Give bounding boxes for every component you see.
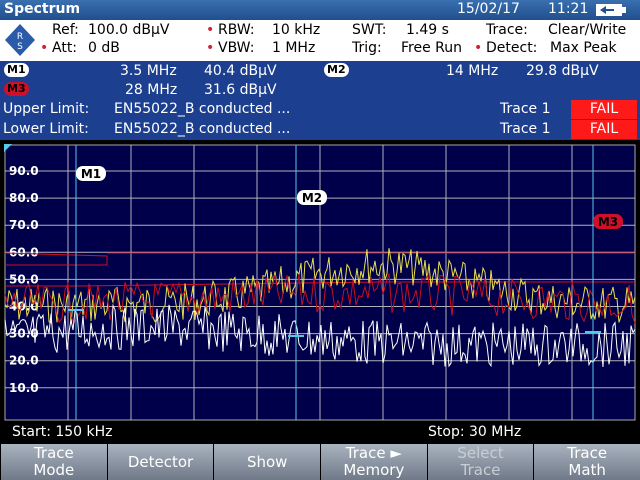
softkey-show[interactable]: Show [213, 444, 321, 480]
vbw-label: VBW: [218, 40, 255, 56]
ref-label: Ref: [52, 22, 79, 38]
stop-frequency[interactable]: Stop: 30 MHz [428, 424, 521, 440]
rbw-dot: • [206, 22, 215, 38]
rs-logo-icon: R S [5, 24, 35, 56]
y-tick-label: 90.0 [9, 164, 39, 178]
spectrum-plot[interactable]: 90.080.070.060.050.040.030.020.010.0 M1 … [0, 140, 640, 422]
battery-icon [596, 4, 626, 16]
lower-limit-status: FAIL [571, 120, 637, 139]
rbw-label: RBW: [218, 22, 255, 38]
lower-limit-label: Lower Limit: [3, 121, 89, 137]
trig-label: Trig: [352, 40, 382, 56]
marker-panel: M1 3.5 MHz 40.4 dBµV M2 14 MHz 29.8 dBµV… [0, 61, 640, 100]
time-display: 11:21 [548, 1, 589, 17]
start-frequency[interactable]: Start: 150 kHz [12, 424, 113, 440]
vbw-dot: • [206, 40, 215, 56]
trace-label: Trace: [486, 22, 528, 38]
marker-m1-flag[interactable]: M1 [76, 166, 106, 181]
marker-m3-flag[interactable]: M3 [593, 214, 623, 229]
marker-m2-flag[interactable]: M2 [297, 190, 327, 205]
att-dot: • [40, 40, 49, 56]
ref-value[interactable]: 100.0 dBµV [88, 22, 170, 38]
svg-text:M2: M2 [302, 191, 322, 205]
marker-m3-badge[interactable]: M3 [4, 82, 29, 96]
detect-label: Detect: [486, 40, 538, 56]
y-tick-label: 10.0 [9, 381, 39, 395]
lower-limit-trace: Trace 1 [500, 121, 551, 137]
title-bar: Spectrum 15/02/17 11:21 [0, 0, 640, 20]
swt-label: SWT: [352, 22, 387, 38]
date-display: 15/02/17 [457, 1, 520, 17]
rbw-value[interactable]: 10 kHz [272, 22, 320, 38]
y-tick-label: 20.0 [9, 354, 39, 368]
softkey-trace-math[interactable]: Trace Math [533, 444, 640, 480]
lower-limit-name[interactable]: EN55022_B conducted ... [114, 121, 290, 137]
y-tick-label: 80.0 [9, 191, 39, 205]
upper-limit-status: FAIL [571, 100, 637, 119]
softkey-bar: Trace Mode Detector Show Trace ► Memory Se… [0, 444, 640, 480]
svg-text:R: R [17, 32, 23, 42]
y-tick-label: 70.0 [9, 218, 39, 232]
marker-m2-badge[interactable]: M2 [324, 63, 349, 77]
marker-m3-level: 31.6 dBµV [204, 82, 277, 98]
marker-m1-freq: 3.5 MHz [120, 63, 177, 79]
softkey-detector[interactable]: Detector [106, 444, 214, 480]
att-value[interactable]: 0 dB [88, 40, 120, 56]
swt-value[interactable]: 1.49 s [406, 22, 449, 38]
app-title: Spectrum [4, 1, 81, 17]
upper-limit-trace: Trace 1 [500, 101, 551, 117]
marker-m2-freq: 14 MHz [446, 63, 499, 79]
marker-m2-level: 29.8 dBµV [526, 63, 599, 79]
upper-limit-name[interactable]: EN55022_B conducted ... [114, 101, 290, 117]
svg-text:M3: M3 [598, 215, 618, 229]
y-tick-label: 50.0 [9, 272, 39, 286]
softkey-select-trace[interactable]: Select Trace [426, 444, 534, 480]
frequency-bar: Start: 150 kHz Stop: 30 MHz [0, 422, 640, 444]
marker-m1-level: 40.4 dBµV [204, 63, 277, 79]
detect-dot: • [474, 40, 483, 56]
settings-panel: R S Ref: 100.0 dBµV • Att: 0 dB • RBW: 1… [0, 20, 640, 61]
softkey-trace-memory[interactable]: Trace ► Memory [320, 444, 427, 480]
trace-value[interactable]: Clear/Write [548, 22, 626, 38]
vbw-value[interactable]: 1 MHz [272, 40, 315, 56]
marker-m1-badge[interactable]: M1 [4, 63, 29, 77]
y-tick-label: 60.0 [9, 245, 39, 259]
limit-panel: Upper Limit: EN55022_B conducted ... Tra… [0, 100, 640, 140]
y-axis-ticks: 90.080.070.060.050.040.030.020.010.0 [9, 164, 39, 395]
marker-m3-freq: 28 MHz [125, 82, 178, 98]
trig-value[interactable]: Free Run [401, 40, 462, 56]
detect-value[interactable]: Max Peak [550, 40, 617, 56]
svg-text:M1: M1 [81, 167, 101, 181]
svg-text:S: S [17, 42, 23, 52]
softkey-trace-mode[interactable]: Trace Mode [0, 444, 107, 480]
att-label: Att: [52, 40, 78, 56]
upper-limit-label: Upper Limit: [3, 101, 90, 117]
